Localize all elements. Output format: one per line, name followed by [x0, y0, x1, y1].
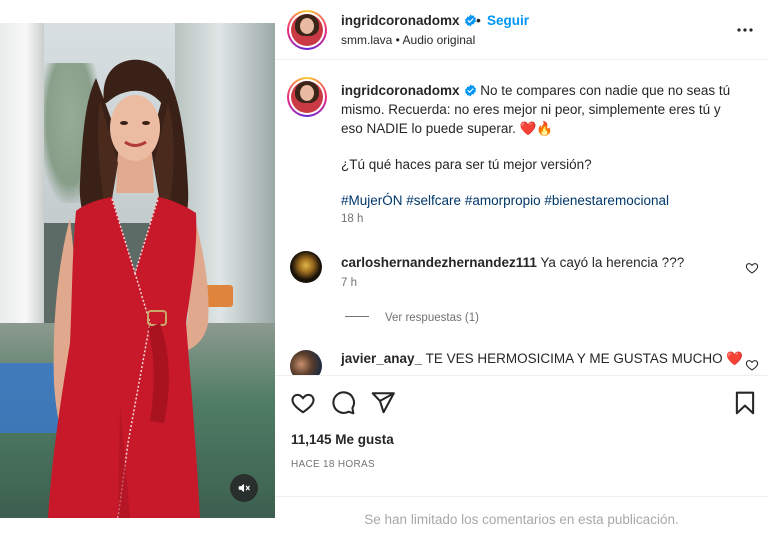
mute-toggle-button[interactable] — [230, 474, 258, 502]
caption-username[interactable]: ingridcoronadomx — [341, 83, 460, 98]
comment-text: TE VES HERMOSICIMA Y ME GUSTAS MUCHO ❤️ — [425, 351, 744, 366]
comment-username[interactable]: carloshernandezhernandez111 — [341, 255, 537, 270]
comment-icon[interactable] — [330, 390, 356, 416]
comments-limited-notice: Se han limitado los comentarios en esta … — [275, 496, 768, 541]
caption-timestamp: 18 h — [341, 213, 364, 225]
post-caption: ingridcoronadomx No te compares con nadi… — [341, 81, 741, 210]
post-video[interactable] — [0, 23, 275, 518]
replies-divider — [345, 316, 369, 317]
author-avatar[interactable] — [287, 10, 327, 50]
hashtag-link[interactable]: #selfcare — [406, 193, 461, 208]
comment-like-heart-icon[interactable] — [745, 261, 759, 275]
comment-text: Ya cayó la herencia ??? — [540, 255, 685, 270]
comments-section[interactable]: ingridcoronadomx No te compares con nadi… — [275, 61, 768, 375]
heart-icon[interactable] — [290, 390, 316, 416]
caption-question: ¿Tú qué haces para ser tú mejor versión? — [341, 157, 592, 172]
woman-in-red-jumpsuit — [48, 59, 209, 518]
audio-source[interactable]: smm.lava • Audio original — [341, 33, 475, 47]
author-username-row: ingridcoronadomx — [341, 13, 477, 28]
share-icon[interactable] — [370, 390, 396, 416]
like-count[interactable]: 11,145 Me gusta — [291, 432, 394, 447]
author-username[interactable]: ingridcoronadomx — [341, 13, 460, 28]
view-replies-label: Ver respuestas (1) — [385, 312, 479, 324]
bookmark-icon[interactable] — [732, 390, 758, 416]
post-header: ingridcoronadomx • Seguir smm.lava • Aud… — [275, 0, 768, 60]
separator-dot: • — [476, 12, 481, 28]
verified-badge-icon — [464, 84, 476, 97]
post-side-panel: ingridcoronadomx • Seguir smm.lava • Aud… — [275, 0, 768, 541]
commenter-avatar[interactable] — [290, 350, 322, 375]
comment-item: carloshernandezhernandez111 Ya cayó la h… — [341, 255, 684, 270]
commenter-avatar[interactable] — [290, 251, 322, 283]
hashtag-link[interactable]: #amorpropio — [465, 193, 541, 208]
hashtag-link[interactable]: #MujerÓN — [341, 193, 403, 208]
post-timestamp: HACE 18 HORAS — [291, 459, 375, 470]
comment-timestamp: 7 h — [341, 277, 357, 289]
follow-button[interactable]: Seguir — [487, 13, 529, 28]
caption-author-avatar[interactable] — [287, 77, 327, 117]
comment-like-heart-icon[interactable] — [745, 358, 759, 372]
caption-hashtags: #MujerÓN #selfcare #amorpropio #bienesta… — [341, 191, 741, 210]
comment-username[interactable]: javier_anay_ — [341, 351, 422, 366]
more-options-icon[interactable] — [733, 18, 757, 42]
post-actions: 11,145 Me gusta HACE 18 HORAS — [275, 375, 768, 485]
hashtag-link[interactable]: #bienestaremocional — [544, 193, 669, 208]
comment-item: javier_anay_ TE VES HERMOSICIMA Y ME GUS… — [341, 351, 743, 367]
verified-badge-icon — [464, 14, 476, 27]
view-replies-button[interactable]: Ver respuestas (1) — [345, 312, 479, 324]
muted-speaker-icon — [238, 483, 250, 493]
